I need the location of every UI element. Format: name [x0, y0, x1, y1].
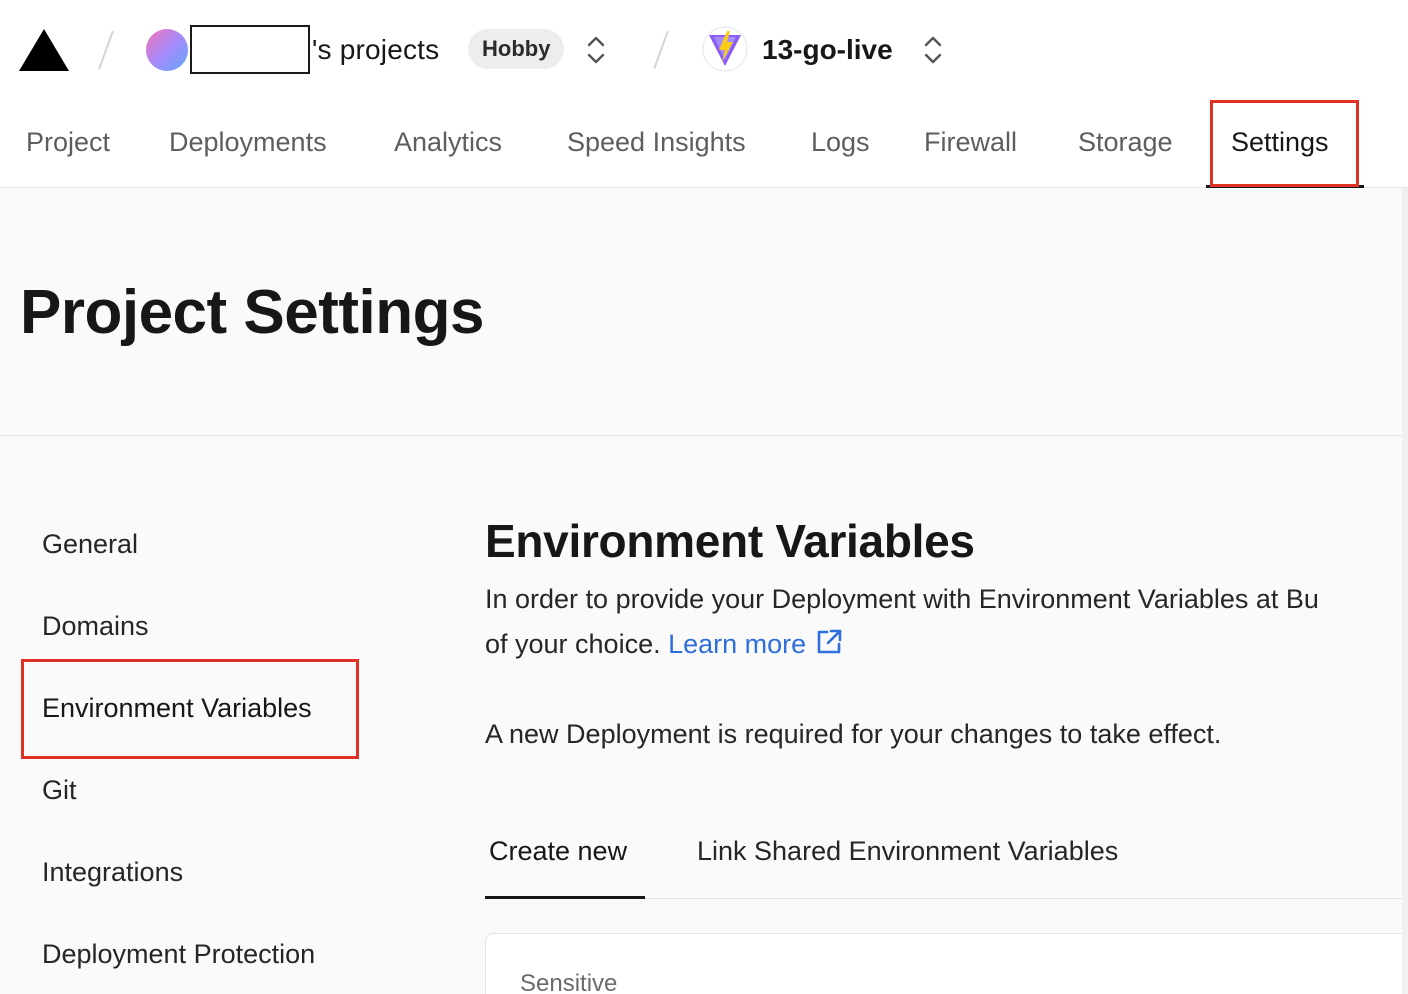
tab-create-new[interactable]: Create new: [489, 833, 627, 869]
sidebar-item-integrations[interactable]: Integrations: [42, 854, 183, 890]
plan-badge: Hobby: [468, 29, 565, 69]
redacted-team-name: [190, 25, 310, 74]
sidebar-item-git[interactable]: Git: [42, 772, 77, 808]
project-switcher-chevron-icon[interactable]: [922, 31, 944, 69]
vercel-logo-icon[interactable]: [18, 27, 70, 73]
nav-tab-analytics[interactable]: Analytics: [394, 122, 502, 162]
sidebar-item-deployment-protection[interactable]: Deployment Protection: [42, 936, 315, 972]
top-header: 's projects Hobby 13-go-live Project Dep…: [0, 0, 1408, 188]
section-title: Environment Variables: [485, 515, 975, 567]
active-tab-indicator: [1206, 185, 1364, 188]
active-subtab-indicator: [485, 896, 645, 899]
redeploy-notice: A new Deployment is required for your ch…: [485, 719, 1222, 749]
team-switcher-chevron-icon[interactable]: [585, 31, 607, 69]
external-link-icon[interactable]: [814, 627, 844, 657]
description-line-2: of your choice. Learn more: [485, 626, 844, 662]
learn-more-link[interactable]: Learn more: [668, 629, 806, 659]
scroll-edge: [1402, 188, 1408, 994]
vercel-project-settings-page: 's projects Hobby 13-go-live Project Dep…: [0, 0, 1408, 994]
breadcrumb-separator: [98, 30, 114, 70]
vite-project-icon: [702, 26, 748, 72]
tab-link-shared-environment-variables[interactable]: Link Shared Environment Variables: [697, 833, 1118, 869]
project-name[interactable]: 13-go-live: [762, 31, 893, 69]
sensitive-label: Sensitive: [520, 970, 618, 994]
sidebar-item-general[interactable]: General: [42, 526, 138, 562]
nav-tab-deployments[interactable]: Deployments: [169, 122, 327, 162]
description-prefix: of your choice.: [485, 629, 669, 659]
nav-tab-storage[interactable]: Storage: [1078, 122, 1173, 162]
nav-tab-logs[interactable]: Logs: [811, 122, 870, 162]
env-var-form-card: [485, 933, 1408, 994]
team-avatar[interactable]: [146, 29, 188, 71]
nav-tab-project[interactable]: Project: [26, 122, 110, 162]
breadcrumb-separator: [653, 30, 669, 70]
description-line-1: In order to provide your Deployment with…: [485, 584, 1319, 614]
nav-tab-speed-insights[interactable]: Speed Insights: [567, 122, 746, 162]
sidebar-item-environment-variables[interactable]: Environment Variables: [42, 690, 312, 726]
team-name-label[interactable]: 's projects: [312, 31, 439, 69]
nav-tab-settings[interactable]: Settings: [1231, 122, 1329, 162]
sidebar-item-domains[interactable]: Domains: [42, 608, 149, 644]
nav-tab-firewall[interactable]: Firewall: [924, 122, 1017, 162]
page-title: Project Settings: [20, 278, 485, 347]
